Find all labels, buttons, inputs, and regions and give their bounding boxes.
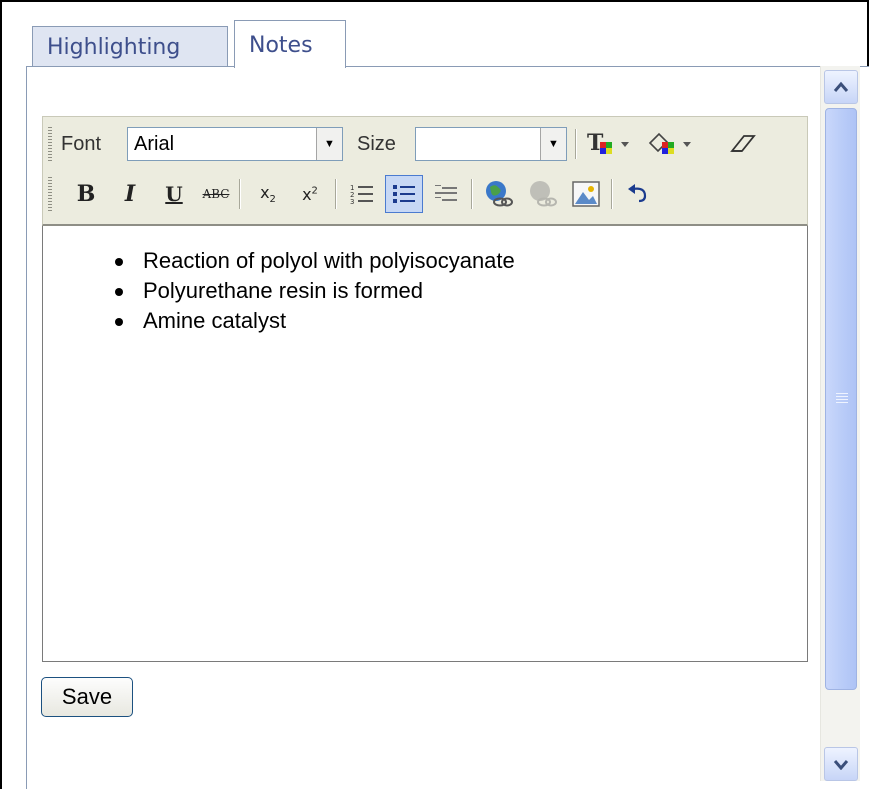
text-color-icon: T [587, 130, 629, 156]
underline-icon: U [165, 182, 183, 206]
italic-icon: I [124, 181, 136, 207]
subscript-index: 2 [269, 194, 276, 206]
superscript-base: x [302, 184, 312, 204]
undo-icon [628, 184, 647, 203]
bulleted-list-icon [393, 185, 415, 203]
image-icon [572, 181, 600, 207]
definition-list-button[interactable] [427, 175, 465, 213]
paint-bucket-icon [648, 132, 691, 154]
bulleted-list-button[interactable] [385, 175, 423, 213]
globe-link-icon [486, 181, 513, 207]
save-button[interactable]: Save [41, 677, 133, 717]
rich-text-editor[interactable]: Reaction of polyol with polyisocyanate P… [42, 226, 808, 662]
superscript-index: 2 [311, 185, 318, 197]
svg-text:3: 3 [350, 198, 354, 206]
scrollbar-thumb[interactable] [825, 108, 857, 690]
font-select-value: Arial [134, 133, 175, 155]
insert-link-button[interactable] [479, 175, 517, 213]
size-label: Size [357, 133, 396, 155]
toolbar-row-2: B I U ABC x2 x2 1 2 3 [43, 169, 807, 219]
subscript-button[interactable]: x2 [249, 175, 287, 213]
toolbar-row-1: Font Arial ▼ Size ▼ T [43, 119, 807, 169]
background-color-button[interactable] [645, 125, 701, 163]
bold-button[interactable]: B [67, 175, 105, 213]
bullet-icon [115, 318, 123, 326]
list-item-text: Reaction of polyol with polyisocyanate [143, 248, 515, 273]
list-item: Polyurethane resin is formed [115, 276, 515, 306]
undo-button[interactable] [619, 175, 657, 213]
numbered-list-icon: 1 2 3 [350, 184, 373, 206]
scroll-down-button[interactable] [824, 747, 858, 781]
toolbar-separator [471, 179, 472, 209]
strikethrough-button[interactable]: ABC [197, 175, 235, 213]
strikethrough-icon: ABC [202, 187, 230, 201]
chevron-down-icon [833, 760, 849, 770]
eraser-icon [730, 135, 756, 152]
insert-image-button[interactable] [567, 175, 605, 213]
grip-icon [836, 393, 848, 403]
vertical-scrollbar[interactable] [820, 66, 860, 781]
italic-button[interactable]: I [111, 175, 149, 213]
chevron-down-icon[interactable]: ▼ [540, 128, 566, 160]
bold-icon: B [76, 181, 96, 207]
toolbar-separator [239, 179, 240, 209]
numbered-list-button[interactable]: 1 2 3 [343, 175, 381, 213]
chevron-up-icon [833, 81, 849, 92]
tab-highlighting[interactable]: Highlighting [32, 26, 228, 66]
editor-toolbar: Font Arial ▼ Size ▼ T B I U ABC x2 x2 1 … [42, 116, 808, 226]
superscript-button[interactable]: x2 [291, 175, 329, 213]
list-item: Amine catalyst [115, 306, 515, 336]
subscript-icon: x2 [260, 183, 276, 205]
superscript-icon: x2 [302, 185, 318, 204]
subscript-base: x [260, 182, 270, 202]
remove-link-button[interactable] [523, 175, 561, 213]
bulleted-list: Reaction of polyol with polyisocyanate P… [115, 246, 515, 336]
toolbar-separator [611, 179, 612, 209]
toolbar-grip-icon[interactable] [48, 177, 52, 211]
underline-button[interactable]: U [155, 175, 193, 213]
tab-notes[interactable]: Notes [234, 20, 346, 69]
toolbar-grip-icon[interactable] [48, 127, 52, 161]
text-color-button[interactable]: T [583, 125, 639, 163]
globe-unlink-icon [530, 181, 557, 207]
definition-list-icon [435, 185, 457, 201]
size-select[interactable]: ▼ [415, 127, 567, 161]
list-item: Reaction of polyol with polyisocyanate [115, 246, 515, 276]
toolbar-separator [575, 129, 576, 159]
list-item-text: Amine catalyst [143, 308, 287, 333]
scroll-up-button[interactable] [824, 70, 858, 104]
remove-format-button[interactable] [723, 125, 761, 163]
list-item-text: Polyurethane resin is formed [143, 278, 424, 303]
toolbar-separator [335, 179, 336, 209]
bullet-icon [115, 288, 123, 296]
font-select[interactable]: Arial ▼ [127, 127, 343, 161]
chevron-down-icon[interactable]: ▼ [316, 128, 342, 160]
bullet-icon [115, 258, 123, 266]
font-label: Font [61, 133, 102, 155]
